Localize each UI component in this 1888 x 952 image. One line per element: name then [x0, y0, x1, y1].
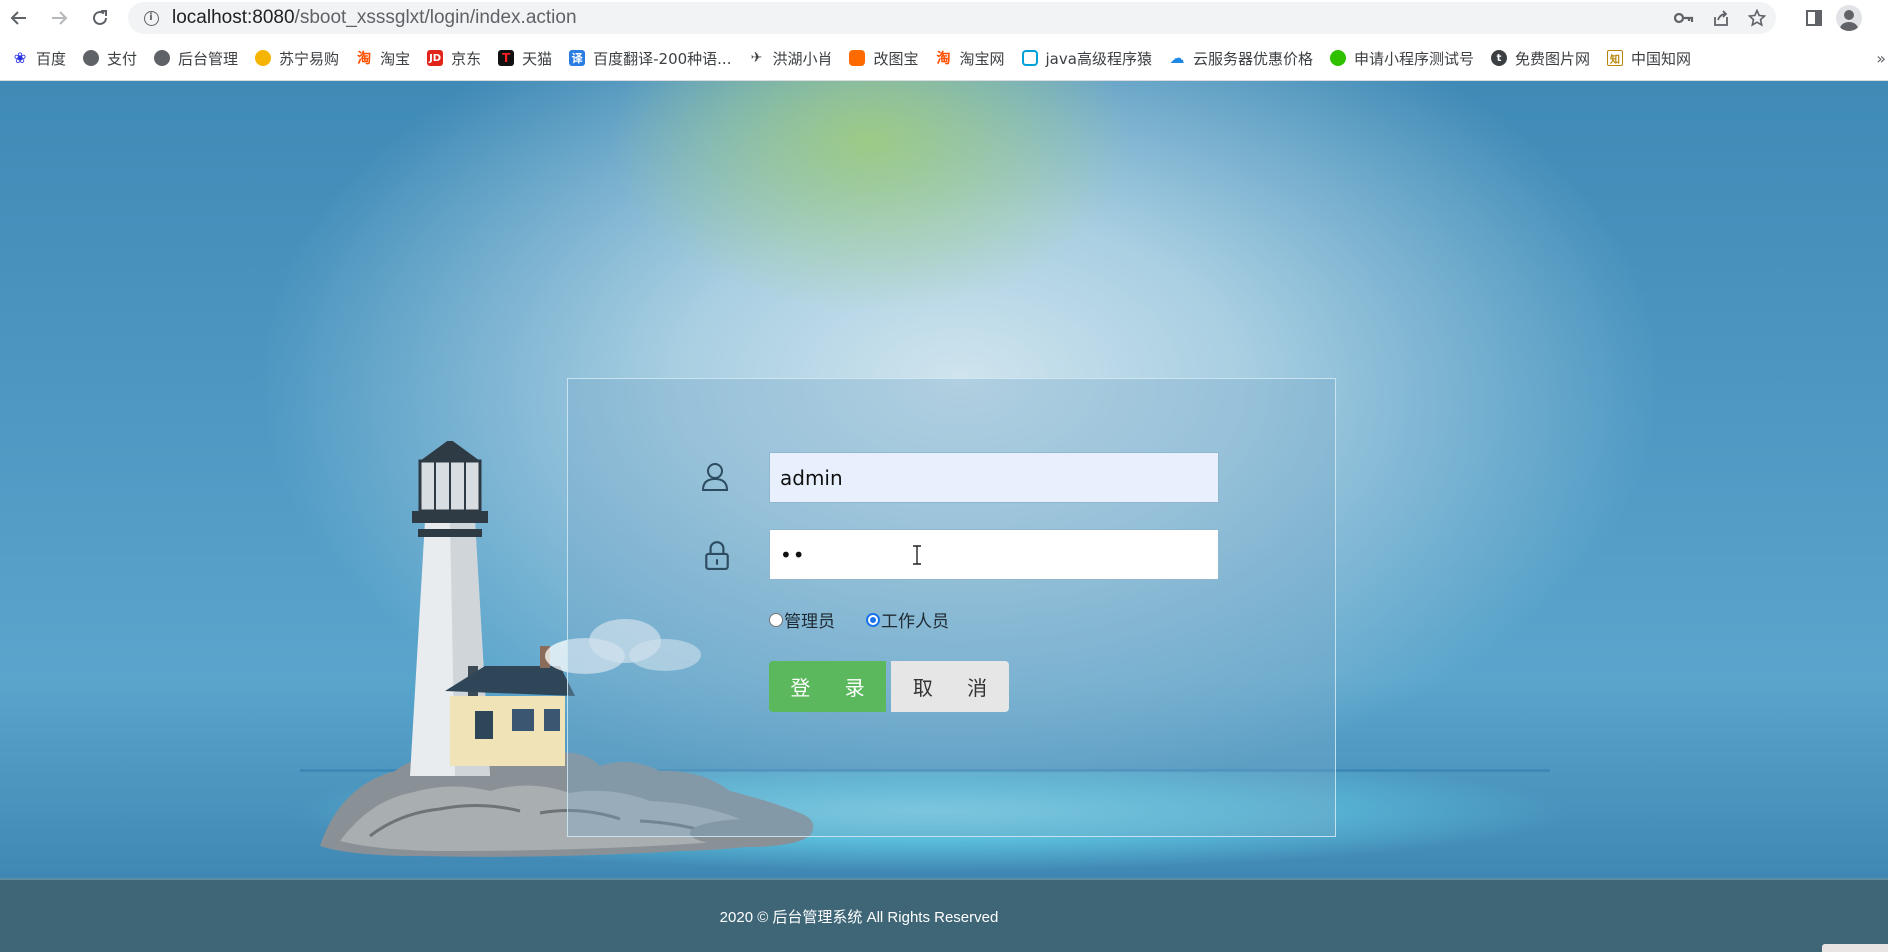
cnki-icon: 知: [1607, 50, 1623, 66]
role-radio-admin[interactable]: 管理员: [769, 607, 835, 632]
site-info-icon[interactable]: i: [136, 10, 166, 26]
taobao-icon: 淘: [936, 51, 951, 67]
bookmark-item[interactable]: 译百度翻译-200种语...: [569, 48, 731, 69]
bookmark-label: 支付: [107, 49, 138, 68]
taobao-icon: 淘: [357, 51, 372, 67]
bookmark-item[interactable]: 淘淘宝: [356, 48, 410, 69]
wechat-icon: [1329, 50, 1346, 66]
menu-dots-icon[interactable]: ⋮: [1876, 6, 1884, 30]
bookmark-label: 淘宝网: [959, 49, 1005, 68]
key-icon[interactable]: [1674, 11, 1694, 25]
bookmark-item[interactable]: ❀ 百度: [12, 48, 66, 69]
bookmark-item[interactable]: 支付: [83, 48, 137, 69]
bookmark-item[interactable]: 苏宁易购: [255, 48, 339, 69]
password-input[interactable]: [769, 529, 1219, 580]
t-icon: t: [1490, 50, 1507, 66]
bookmark-item[interactable]: java高级程序猿: [1021, 48, 1152, 69]
bookmark-item[interactable]: JD 京东: [427, 48, 481, 69]
bookmark-label: 申请小程序测试号: [1353, 49, 1474, 68]
tmall-icon: T: [498, 50, 515, 66]
bookmarks-bar: ❀ 百度 支付 后台管理 苏宁易购 淘淘宝 JD 京东 T 天猫 译百度翻译-200种…: [0, 44, 1888, 72]
paw-icon: ❀: [13, 49, 27, 67]
share-icon[interactable]: [1712, 9, 1730, 27]
address-bar[interactable]: i localhost:8080/sboot_xsssglxt/login/in…: [128, 2, 1776, 34]
url-path: /sboot_xsssglxt/login/index.action: [294, 7, 577, 28]
role-label: 工作人员: [881, 612, 949, 632]
footer: 2020 © 后台管理系统 All Rights Reserved: [0, 878, 1888, 952]
arrow-right-icon: [52, 11, 68, 25]
bookmark-item[interactable]: T 天猫: [498, 48, 552, 69]
url-host: localhost:8080: [172, 7, 295, 28]
side-panel-icon[interactable]: [1806, 10, 1822, 26]
back-button[interactable]: [3, 2, 35, 34]
bookmark-label: java高级程序猿: [1045, 49, 1152, 68]
role-radio-group: 管理员 工作人员: [769, 607, 955, 632]
login-button[interactable]: 登 录: [769, 661, 886, 712]
username-input[interactable]: [769, 452, 1219, 503]
bookmark-label: 淘宝: [380, 49, 411, 68]
jd-icon: JD: [427, 50, 444, 66]
reload-button[interactable]: [84, 2, 116, 34]
globe-icon: [154, 50, 171, 66]
bookmark-item[interactable]: 申请小程序测试号: [1329, 48, 1474, 69]
bird-icon: ✈: [750, 50, 763, 66]
url-text: localhost:8080/sboot_xsssglxt/login/inde…: [172, 7, 577, 29]
bookmark-label: 百度: [36, 49, 67, 68]
radio-button[interactable]: [769, 612, 783, 627]
bookmark-label: 免费图片网: [1514, 49, 1590, 68]
arrow-left-icon: [10, 11, 26, 25]
radio-button[interactable]: [866, 612, 880, 627]
bookmark-item[interactable]: 淘淘宝网: [936, 48, 1005, 69]
bilibili-icon: [1021, 50, 1038, 66]
corner-widget: [1822, 944, 1888, 952]
bookmark-label: 后台管理: [178, 49, 239, 68]
cloud-icon: ☁: [1169, 49, 1185, 67]
bookmark-label: 改图宝: [873, 49, 919, 68]
role-label: 管理员: [784, 612, 835, 632]
lion-icon: [255, 50, 272, 66]
bookmark-item[interactable]: 后台管理: [154, 48, 238, 69]
bookmark-label: 云服务器优惠价格: [1192, 49, 1313, 68]
bookmark-item[interactable]: t 免费图片网: [1490, 48, 1590, 69]
browser-toolbar: i localhost:8080/sboot_xsssglxt/login/in…: [0, 0, 1888, 36]
lock-icon: [705, 541, 729, 570]
forward-button[interactable]: [43, 2, 75, 34]
bookmark-label: 中国知网: [1631, 49, 1692, 68]
login-page-background: 管理员 工作人员 登 录 取 消: [0, 81, 1888, 878]
user-icon: [701, 463, 729, 491]
bookmark-label: 洪湖小肖: [772, 49, 833, 68]
star-icon[interactable]: [1748, 9, 1766, 27]
login-panel: 管理员 工作人员 登 录 取 消: [567, 378, 1336, 837]
photo-icon: [849, 50, 866, 66]
bookmark-label: 百度翻译-200种语...: [593, 49, 732, 68]
bookmarks-overflow-button[interactable]: »: [1876, 44, 1886, 72]
bookmark-item[interactable]: ✈ 洪湖小肖: [748, 48, 833, 69]
role-radio-staff[interactable]: 工作人员: [866, 607, 949, 632]
cancel-button[interactable]: 取 消: [891, 661, 1009, 712]
globe-icon: [83, 50, 100, 66]
reload-icon: [93, 10, 107, 25]
bookmark-item[interactable]: 知中国知网: [1607, 48, 1691, 69]
bookmark-item[interactable]: 改图宝: [849, 48, 919, 69]
footer-copyright: 2020 © 后台管理系统 All Rights Reserved: [719, 908, 999, 926]
bookmark-label: 京东: [451, 49, 482, 68]
bookmark-label: 苏宁易购: [279, 49, 340, 68]
bookmark-label: 天猫: [522, 49, 553, 68]
translate-icon: 译: [569, 50, 586, 66]
profile-avatar-icon[interactable]: [1836, 5, 1862, 31]
bookmark-item[interactable]: ☁ 云服务器优惠价格: [1169, 48, 1313, 69]
